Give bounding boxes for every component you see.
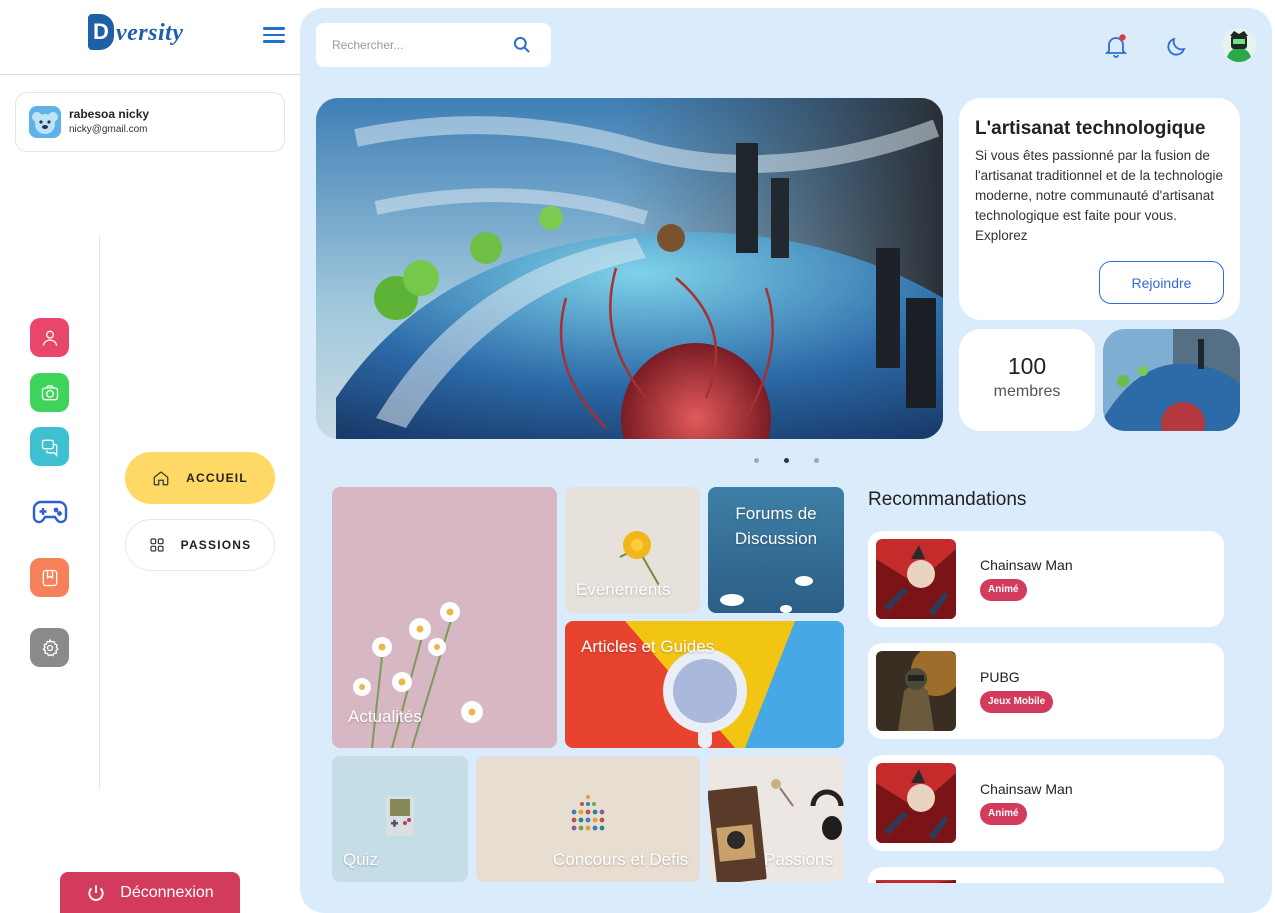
bell-icon [1104, 34, 1128, 58]
nav-home-button[interactable]: ACCUEIL [125, 452, 275, 504]
settings-button[interactable] [30, 628, 69, 667]
tile-forums[interactable]: Forums de Discussion [708, 487, 844, 613]
moon-icon [1167, 37, 1186, 56]
logo-text: versity [116, 20, 184, 46]
bookmark-icon [42, 569, 57, 586]
logout-button[interactable]: Déconnexion [60, 872, 240, 913]
members-label: membres [993, 383, 1061, 400]
camera-icon [41, 384, 58, 400]
search-icon[interactable] [512, 35, 532, 55]
recommendation-cover [876, 763, 956, 843]
recommendation-tag: Animé [980, 579, 1027, 601]
profile-avatar[interactable] [1222, 28, 1256, 62]
recommendation-name: Chainsaw Man [980, 557, 1073, 573]
join-button[interactable]: Rejoindre [1099, 261, 1224, 304]
carousel-dot-3[interactable] [814, 458, 819, 463]
tile-evenements-label: Evènements [576, 580, 671, 599]
tile-concours[interactable]: Concours et Défis [476, 756, 700, 882]
app-logo[interactable]: D versity [86, 14, 198, 54]
notifications-button[interactable] [1103, 33, 1129, 59]
main-panel: L'artisanat technologique Si vous êtes p… [300, 8, 1272, 913]
user-email: nicky@gmail.com [69, 124, 148, 135]
recommendation-tag: Jeux Mobile [980, 691, 1054, 713]
feature-description: Si vous êtes passionné par la fusion de … [975, 148, 1223, 243]
user-icon [42, 330, 57, 346]
nav-passions-button[interactable]: PASSIONS [125, 519, 275, 571]
sidebar-divider [0, 74, 300, 75]
recommendation-item[interactable]: Chainsaw Man Animé [868, 755, 1224, 851]
gamepad-icon [32, 500, 67, 523]
recommendations-title: Recommandations [868, 489, 1027, 510]
carousel-dot-1[interactable] [754, 458, 759, 463]
tile-actualites[interactable]: Actualités [332, 487, 557, 748]
tile-passions-label: Passions [764, 850, 833, 869]
logout-label: Déconnexion [120, 883, 214, 901]
recommendation-cover [876, 875, 956, 883]
feature-thumbnail[interactable] [1103, 329, 1240, 431]
profile-button[interactable] [30, 318, 69, 357]
nav-passions-label: PASSIONS [180, 538, 252, 552]
recommendation-item[interactable]: PUBG Jeux Mobile [868, 643, 1224, 739]
tile-quiz[interactable]: Quiz [332, 756, 468, 882]
hamburger-menu-icon[interactable] [263, 27, 285, 43]
recommendation-cover [876, 651, 956, 731]
feature-card: L'artisanat technologique Si vous êtes p… [959, 98, 1240, 320]
power-icon [88, 885, 104, 901]
feature-title: L'artisanat technologique [975, 118, 1206, 139]
search-box [316, 23, 551, 67]
logo-mark: D [88, 14, 114, 50]
tile-concours-label: Concours et Défis [553, 850, 689, 869]
bookmarks-button[interactable] [30, 558, 69, 597]
camera-button[interactable] [30, 373, 69, 412]
tile-passions[interactable]: Passions [708, 756, 844, 882]
user-card[interactable]: rabesoa nicky nicky@gmail.com [15, 92, 285, 152]
carousel-dot-2[interactable] [784, 458, 789, 463]
tile-articles[interactable]: Articles et Guides [565, 621, 844, 748]
tile-actualites-label: Actualités [348, 707, 422, 726]
chat-icon [41, 439, 57, 457]
search-input[interactable] [316, 23, 506, 67]
recommendation-item-partial[interactable] [868, 867, 1224, 883]
tile-evenements[interactable]: Evènements [565, 487, 700, 613]
sidebar-separator [99, 235, 100, 790]
recommendation-name: PUBG [980, 669, 1020, 685]
hero-image[interactable] [316, 98, 943, 439]
recommendation-name: Chainsaw Man [980, 781, 1073, 797]
messages-button[interactable] [30, 427, 69, 466]
games-button[interactable] [30, 492, 69, 531]
dark-mode-toggle[interactable] [1164, 33, 1190, 59]
nav-home-label: ACCUEIL [186, 471, 248, 485]
recommendation-item[interactable]: Chainsaw Man Animé [868, 531, 1224, 627]
members-count: 100 [1007, 353, 1047, 379]
user-avatar [29, 106, 61, 138]
members-card: 100 membres [959, 329, 1095, 431]
tile-forums-label: Forums de Discussion [734, 504, 818, 548]
recommendation-tag: Animé [980, 803, 1027, 825]
home-icon [153, 471, 169, 486]
gear-icon [41, 638, 59, 657]
tile-articles-label: Articles et Guides [581, 637, 715, 656]
recommendation-cover [876, 539, 956, 619]
tile-quiz-label: Quiz [343, 850, 378, 869]
grid-icon [150, 538, 164, 552]
user-name: rabesoa nicky [69, 107, 150, 121]
